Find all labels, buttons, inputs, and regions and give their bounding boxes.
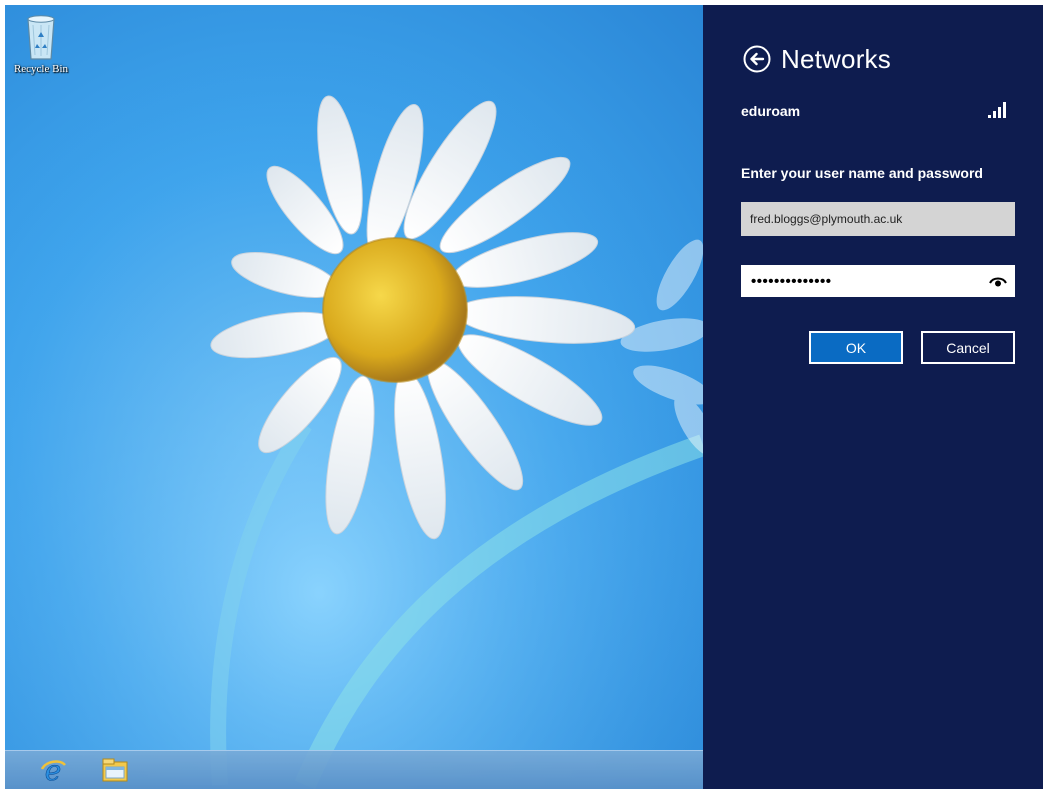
eye-icon	[989, 277, 1007, 287]
cancel-button[interactable]: Cancel	[921, 331, 1015, 364]
back-arrow-icon	[743, 45, 771, 73]
username-field[interactable]	[741, 202, 1015, 236]
desktop-icon-label: Recycle Bin	[13, 63, 69, 75]
ok-button[interactable]: OK	[809, 331, 903, 364]
file-explorer-icon	[102, 758, 128, 782]
recycle-bin-icon	[27, 15, 55, 60]
credentials-prompt: Enter your user name and password	[741, 165, 983, 181]
reveal-password-button[interactable]	[986, 270, 1010, 292]
taskbar: e	[5, 750, 703, 789]
flyout-header: Networks	[741, 43, 891, 75]
desktop-icon-recycle-bin[interactable]: Recycle Bin	[10, 13, 72, 75]
password-field-container	[741, 265, 1015, 297]
taskbar-file-explorer-button[interactable]	[95, 753, 135, 787]
wallpaper-daisy	[5, 5, 703, 789]
back-button[interactable]	[741, 43, 773, 75]
taskbar-internet-explorer-button[interactable]: e	[33, 753, 73, 787]
desktop[interactable]: Recycle Bin e	[5, 5, 703, 789]
networks-flyout: Networks eduroam Enter your user name an…	[703, 5, 1043, 789]
flyout-title: Networks	[781, 43, 891, 74]
wifi-signal-icon	[988, 102, 1006, 118]
internet-explorer-icon: e	[40, 755, 66, 785]
screen: Recycle Bin e Networks eduroam Enter you…	[0, 0, 1043, 789]
password-field[interactable]	[742, 266, 978, 296]
network-name[interactable]: eduroam	[741, 103, 800, 119]
svg-text:e: e	[45, 755, 62, 785]
